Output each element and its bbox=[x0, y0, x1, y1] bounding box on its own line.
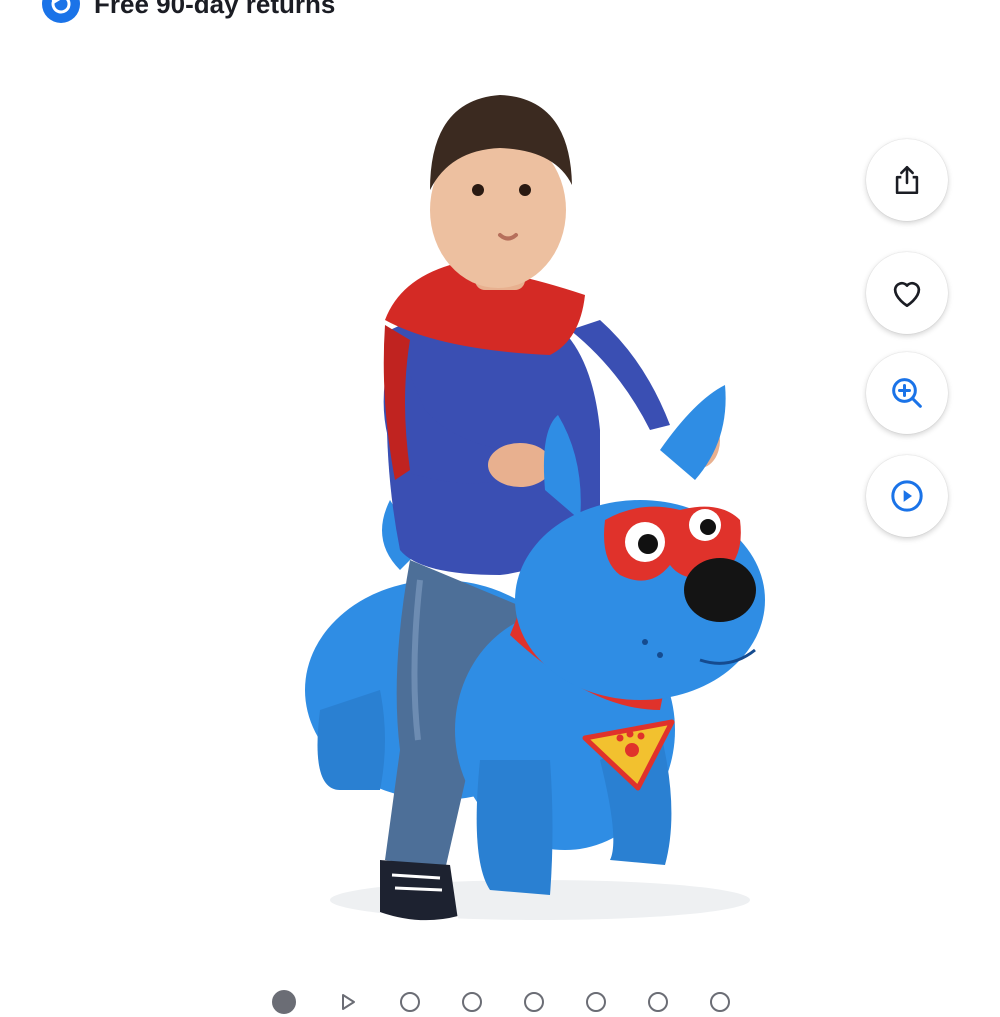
play-icon bbox=[891, 480, 923, 512]
carousel-dot-3[interactable] bbox=[400, 992, 420, 1012]
product-image[interactable] bbox=[300, 70, 780, 950]
carousel-dot-1[interactable] bbox=[272, 990, 296, 1014]
play-video-button[interactable] bbox=[866, 455, 948, 537]
favorite-button[interactable] bbox=[866, 252, 948, 334]
free-returns-row: Free 90-day returns bbox=[42, 0, 336, 23]
zoom-button[interactable] bbox=[866, 352, 948, 434]
carousel-dot-video[interactable] bbox=[338, 992, 358, 1012]
free-returns-label: Free 90-day returns bbox=[94, 0, 336, 19]
returns-icon bbox=[42, 0, 80, 23]
carousel-dot-8[interactable] bbox=[710, 992, 730, 1012]
toy-image bbox=[305, 95, 765, 939]
carousel-dot-5[interactable] bbox=[524, 992, 544, 1012]
carousel-dot-6[interactable] bbox=[586, 992, 606, 1012]
heart-icon bbox=[893, 281, 921, 308]
carousel-dot-7[interactable] bbox=[648, 992, 668, 1012]
carousel-pagination bbox=[272, 990, 772, 1014]
share-button[interactable] bbox=[866, 139, 948, 221]
zoom-in-icon bbox=[892, 378, 922, 408]
carousel-dot-4[interactable] bbox=[462, 992, 482, 1012]
share-icon bbox=[895, 165, 919, 195]
video-thumb-icon bbox=[342, 994, 355, 1010]
